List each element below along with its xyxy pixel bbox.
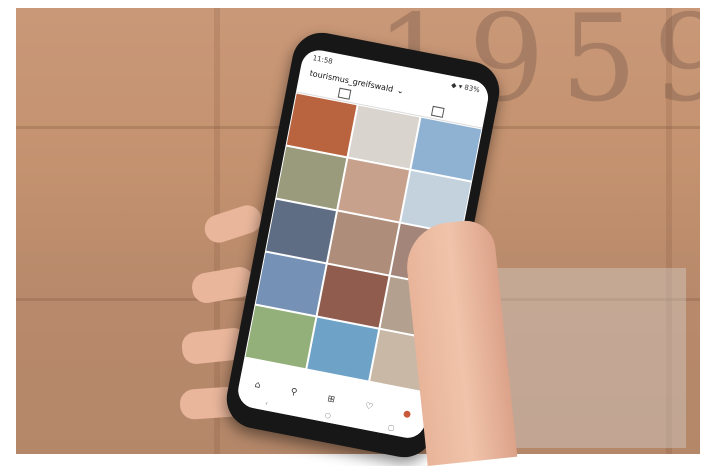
grid-photo-tile[interactable] [411, 117, 482, 181]
grid-photo-tile[interactable] [286, 93, 357, 157]
grid-photo-tile[interactable] [245, 305, 316, 369]
status-time: 11:58 [311, 54, 334, 66]
chevron-down-icon[interactable]: ⌄ [396, 86, 404, 96]
background-window-blur [496, 268, 686, 448]
grid-photo-tile[interactable] [348, 105, 420, 169]
recents-icon[interactable]: ▢ [387, 423, 395, 432]
home-button-icon[interactable]: ○ [324, 411, 332, 420]
grid-view-icon[interactable] [337, 87, 351, 100]
search-icon[interactable]: ⚲ [290, 387, 298, 398]
home-icon[interactable]: ⌂ [254, 380, 262, 391]
grid-photo-tile[interactable] [328, 211, 399, 275]
heart-icon[interactable]: ♡ [364, 401, 374, 412]
grid-photo-tile[interactable] [276, 146, 347, 210]
add-post-icon[interactable]: ⊞ [326, 394, 335, 405]
grid-photo-tile[interactable] [307, 317, 378, 381]
grid-photo-tile[interactable] [266, 199, 337, 263]
profile-avatar-icon[interactable]: ● [402, 409, 412, 420]
tagged-view-icon[interactable] [430, 105, 445, 118]
grid-photo-tile[interactable] [338, 158, 409, 222]
grid-photo-tile[interactable] [255, 252, 326, 316]
back-icon[interactable]: ‹ [264, 399, 268, 407]
finger [201, 201, 265, 247]
grid-photo-tile[interactable] [318, 264, 389, 328]
